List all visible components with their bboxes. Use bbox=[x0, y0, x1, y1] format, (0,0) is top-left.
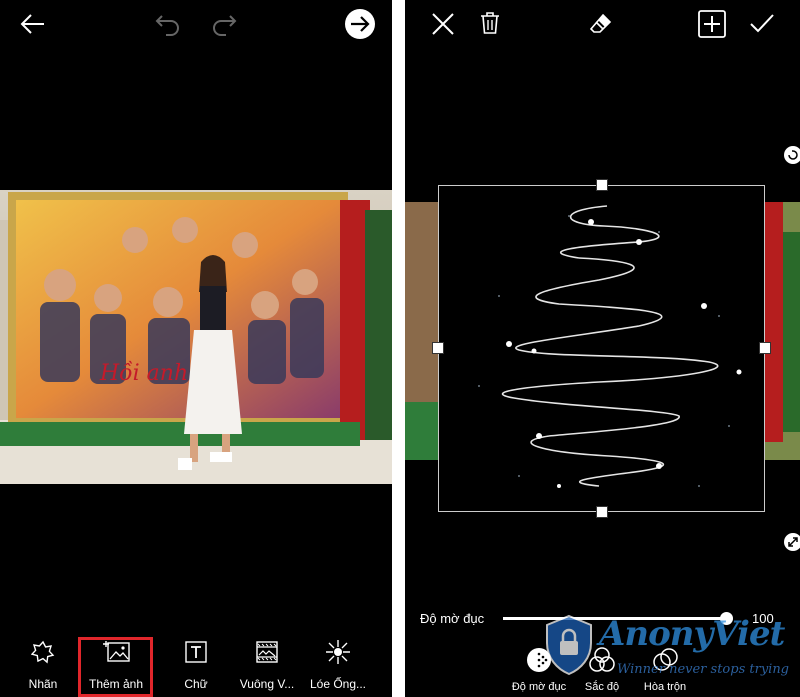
tool-lens-flare-label: Lóe Ống... bbox=[309, 677, 367, 691]
undo-icon[interactable] bbox=[154, 12, 182, 36]
close-icon[interactable] bbox=[431, 12, 455, 36]
redo-icon[interactable] bbox=[210, 12, 238, 36]
next-arrow-icon[interactable] bbox=[344, 8, 376, 40]
add-layer-icon[interactable] bbox=[698, 10, 726, 38]
handle-bottom[interactable] bbox=[596, 506, 608, 518]
watermark-brand: AnonyViet bbox=[599, 614, 785, 654]
tool-text-label: Chữ bbox=[184, 677, 208, 691]
watermark-tagline: Winner never stops trying bbox=[617, 662, 790, 677]
handle-right[interactable] bbox=[759, 342, 771, 354]
rotate-handle-icon[interactable] bbox=[783, 145, 800, 165]
sparkle-overlay-layer[interactable] bbox=[438, 185, 765, 512]
apply-check-icon[interactable] bbox=[749, 12, 775, 36]
tool-square-fit-label: Vuông V... bbox=[239, 677, 295, 691]
square-fit-icon bbox=[255, 640, 279, 664]
lens-flare-icon bbox=[326, 640, 350, 664]
shield-lock-icon bbox=[543, 614, 595, 676]
opacity-label: Độ mờ đục bbox=[420, 611, 485, 626]
eraser-icon[interactable] bbox=[589, 12, 613, 36]
poster-title: Hồi anh bbox=[99, 360, 188, 386]
left-screen: Hồi anh m Nhãn Thêm ảnh bbox=[0, 0, 392, 697]
handle-left[interactable] bbox=[432, 342, 444, 354]
resize-handle-icon[interactable] bbox=[783, 532, 800, 552]
trash-icon[interactable] bbox=[480, 11, 500, 35]
back-arrow-icon[interactable] bbox=[20, 12, 46, 36]
tool-sticker-label: Nhãn bbox=[28, 677, 58, 691]
handle-top[interactable] bbox=[596, 179, 608, 191]
edited-photo: Hồi anh m bbox=[0, 190, 392, 484]
right-screen: Độ mờ đục 100 Độ mờ đục Sắc độ Hòa trộn … bbox=[405, 0, 800, 697]
watermark: AnonyViet Winner never stops trying bbox=[525, 612, 800, 697]
add-photo-highlight bbox=[78, 637, 153, 697]
text-icon bbox=[184, 640, 208, 664]
sticker-icon bbox=[30, 640, 55, 664]
